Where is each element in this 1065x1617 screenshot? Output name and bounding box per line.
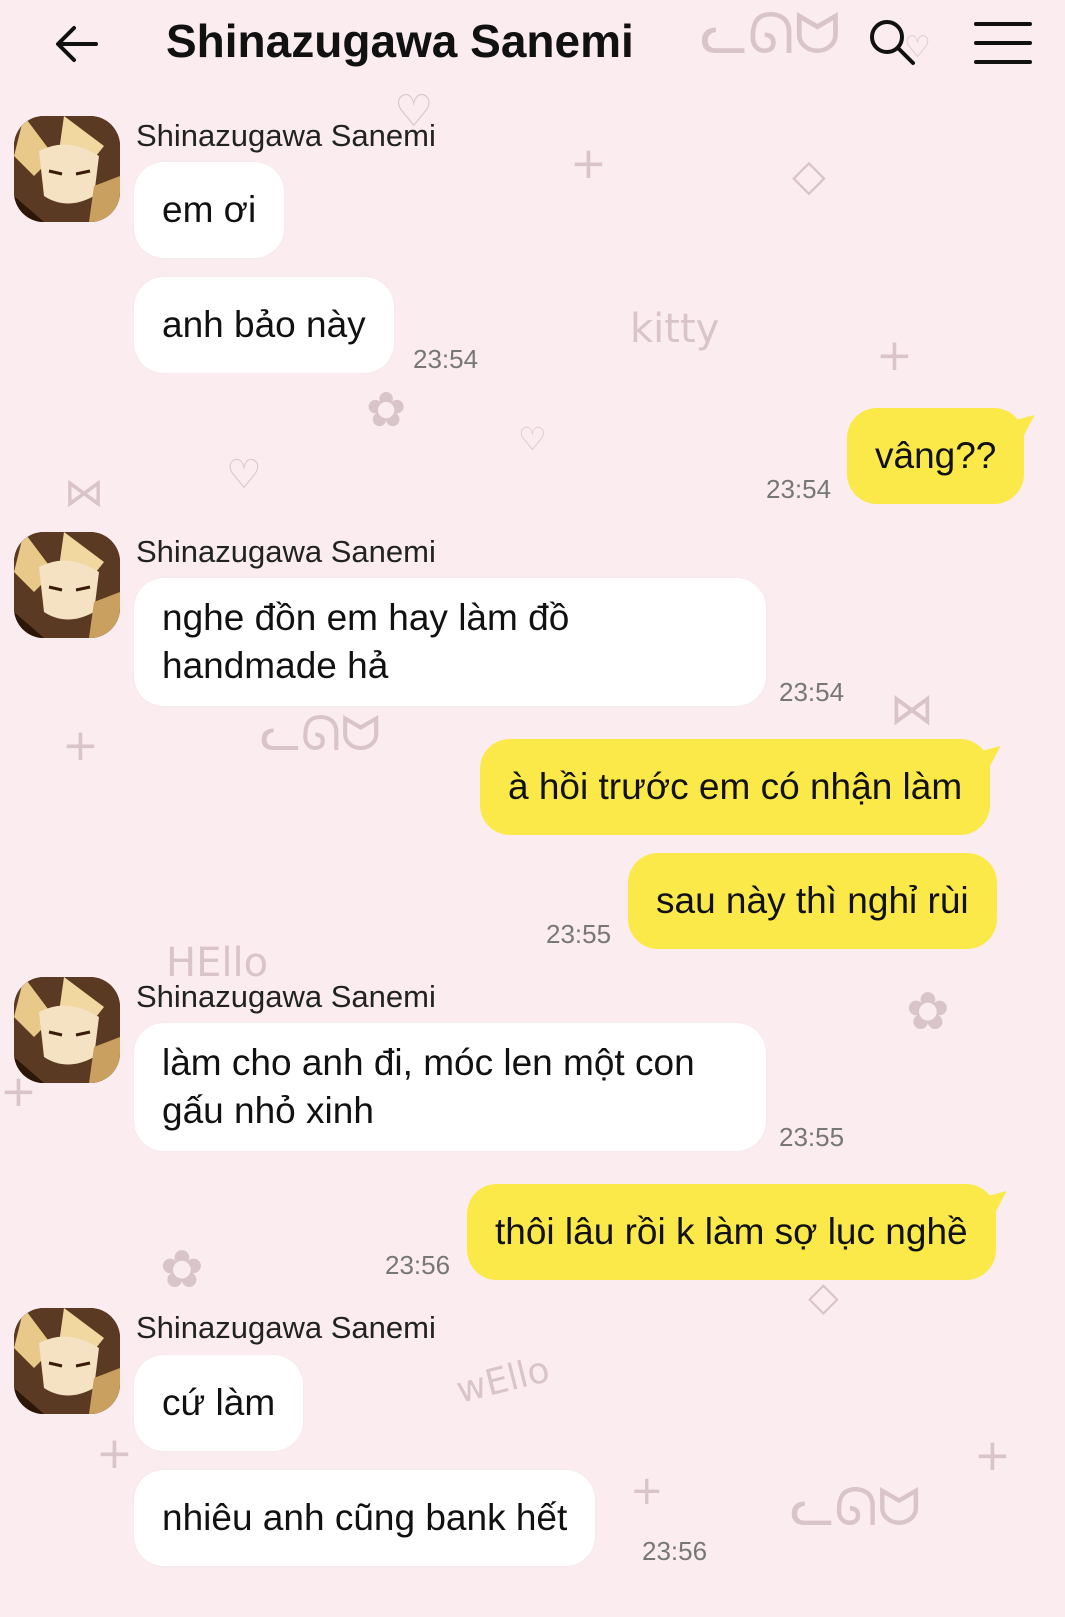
outgoing-message-bubble[interactable]: vâng?? (847, 408, 1025, 504)
doodle-cat-icon: ᓚᘏᗢ (260, 706, 381, 762)
message-timestamp: 23:54 (779, 677, 845, 707)
avatar[interactable] (14, 116, 120, 222)
doodle-plus-icon: + (96, 1428, 133, 1479)
doodle-plus-icon: + (974, 1430, 1011, 1481)
outgoing-message-bubble[interactable]: sau này thì nghỉ rùi (628, 853, 997, 949)
avatar[interactable] (14, 532, 120, 638)
doodle-bow-icon: ⋈ (64, 470, 104, 516)
sender-name: Shinazugawa Sanemi (136, 979, 436, 1014)
doodle-wello-text: wEllo (452, 1349, 554, 1412)
doodle-plus-icon: + (62, 720, 99, 771)
incoming-message-bubble[interactable]: em ơi (134, 162, 285, 258)
incoming-message-bubble[interactable]: anh bảo này (134, 277, 394, 373)
outgoing-message-bubble[interactable]: thôi lâu rồi k làm sợ lục nghề (467, 1184, 996, 1280)
sender-name: Shinazugawa Sanemi (136, 534, 436, 569)
doodle-bow-icon: ⋈ (890, 684, 934, 735)
doodle-plus-icon: + (570, 138, 607, 189)
back-arrow-icon[interactable] (52, 18, 104, 70)
incoming-message-bubble[interactable]: nghe đồn em hay làm đồ handmade hả (134, 578, 766, 706)
message-timestamp: 23:56 (642, 1536, 708, 1566)
message-timestamp: 23:54 (413, 344, 479, 374)
message-timestamp: 23:56 (385, 1250, 451, 1280)
search-icon[interactable] (866, 16, 918, 68)
chat-header: Shinazugawa Sanemi (0, 0, 1065, 90)
doodle-sparkle-icon: ◇ (808, 1274, 839, 1320)
incoming-message-bubble[interactable]: làm cho anh đi, móc len một con gấu nhỏ … (134, 1023, 766, 1151)
incoming-message-bubble[interactable]: cứ làm (134, 1355, 304, 1451)
doodle-plus-icon: + (630, 1468, 664, 1514)
message-timestamp: 23:55 (546, 919, 612, 949)
doodle-heart-icon: ♡ (518, 420, 547, 458)
doodle-flower-icon: ✿ (366, 382, 407, 438)
message-timestamp: 23:55 (779, 1122, 845, 1152)
doodle-flower-icon: ✿ (906, 982, 950, 1042)
doodle-kitty-text: kitty (630, 306, 720, 352)
doodle-heart-icon: ♡ (226, 452, 262, 498)
avatar[interactable] (14, 1308, 120, 1414)
menu-icon[interactable] (974, 20, 1032, 66)
sender-name: Shinazugawa Sanemi (136, 1310, 436, 1345)
message-timestamp: 23:54 (766, 474, 832, 504)
chat-title: Shinazugawa Sanemi (166, 15, 634, 67)
doodle-plus-icon: + (876, 330, 913, 381)
doodle-flower-icon: ✿ (160, 1240, 204, 1300)
avatar[interactable] (14, 977, 120, 1083)
doodle-cat-icon: ᓚᘏᗢ (790, 1478, 921, 1538)
sender-name: Shinazugawa Sanemi (136, 118, 436, 153)
doodle-sparkle-icon: ◇ (792, 150, 826, 201)
incoming-message-bubble[interactable]: nhiêu anh cũng bank hết (134, 1470, 596, 1566)
outgoing-message-bubble[interactable]: à hồi trước em có nhận làm (480, 739, 991, 835)
